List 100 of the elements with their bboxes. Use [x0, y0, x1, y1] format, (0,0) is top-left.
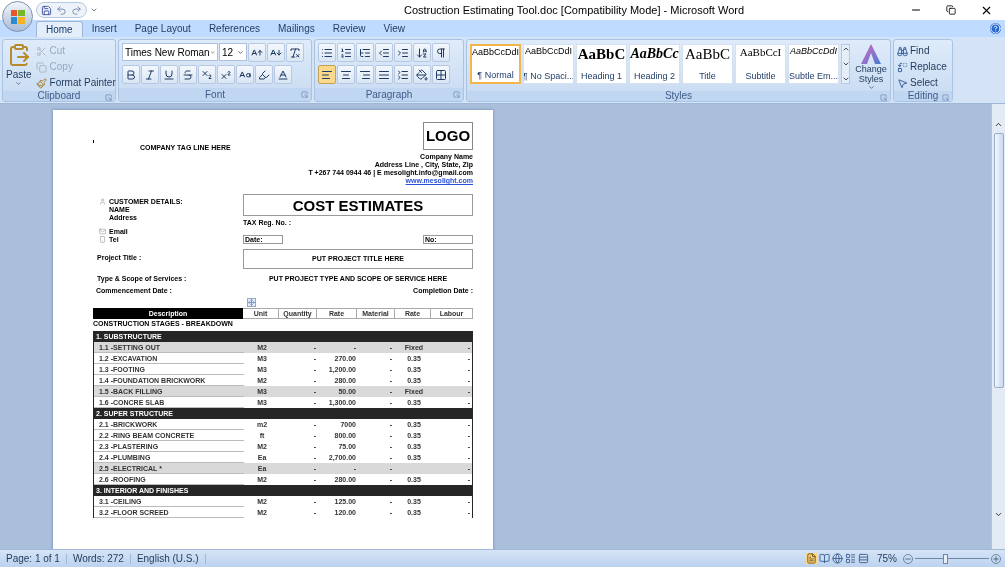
- restore-icon[interactable]: [946, 5, 956, 15]
- view-mode-icon[interactable]: [845, 553, 856, 564]
- help-icon[interactable]: [990, 23, 1001, 34]
- redo-icon[interactable]: [71, 4, 82, 16]
- highlighter-icon: [258, 68, 270, 81]
- table-move-handle-icon[interactable]: [247, 298, 256, 307]
- caret-icon: [209, 48, 215, 56]
- shading-button[interactable]: [413, 65, 431, 84]
- style-gallery-item[interactable]: AaBbCcI Subtitle: [735, 44, 786, 84]
- align-center-button[interactable]: [337, 65, 355, 84]
- group-label: Font: [205, 89, 225, 100]
- case-icon: [239, 68, 251, 81]
- cut-icon: [35, 45, 47, 57]
- text-cursor-icon: [93, 140, 94, 143]
- subscript-button[interactable]: [198, 65, 216, 84]
- style-gallery-item[interactable]: AaBbC Title: [682, 44, 733, 84]
- font-size-field[interactable]: 12: [219, 43, 247, 61]
- find-button[interactable]: Find: [897, 43, 947, 59]
- office-logo-icon: [10, 9, 25, 24]
- line-spacing-button[interactable]: [394, 65, 412, 84]
- view-mode-icon[interactable]: [858, 553, 869, 564]
- align-left-button[interactable]: [318, 65, 336, 84]
- align-right-button[interactable]: [356, 65, 374, 84]
- style-gallery-item[interactable]: AaBbCcDdI ¶ Normal: [470, 44, 521, 84]
- clear-formatting-button[interactable]: [286, 43, 304, 62]
- page-count[interactable]: Page: 1 of 1: [0, 553, 67, 564]
- ribbon-tab[interactable]: Page Layout: [125, 21, 200, 37]
- numbering-button[interactable]: [337, 43, 355, 62]
- align-left-icon: [321, 68, 333, 81]
- style-gallery-item[interactable]: AaBbCc Heading 2: [629, 44, 680, 84]
- scroll-thumb[interactable]: [993, 133, 1004, 388]
- group-label: Paragraph: [365, 89, 413, 100]
- zoom-slider[interactable]: [915, 553, 989, 564]
- strikethrough-button[interactable]: [179, 65, 197, 84]
- ribbon-tab[interactable]: Mailings: [269, 21, 324, 37]
- format-painter-button[interactable]: Format Painter: [35, 75, 116, 91]
- increase-indent-button[interactable]: [394, 43, 412, 62]
- style-gallery-item[interactable]: AaBbCcDdI ¶ No Spaci...: [523, 44, 574, 84]
- strikethrough-icon: [182, 68, 194, 81]
- change-styles-button[interactable]: Change Styles: [852, 44, 890, 91]
- font-color-button[interactable]: [274, 65, 292, 84]
- highlight-button[interactable]: [255, 65, 273, 84]
- justify-icon: [378, 68, 390, 81]
- italic-button[interactable]: [141, 65, 159, 84]
- replace-button[interactable]: Replace: [897, 59, 947, 75]
- zoom-in-icon[interactable]: [991, 553, 1001, 564]
- justify-button[interactable]: [375, 65, 393, 84]
- more-icon: [842, 75, 850, 83]
- shrink-font-button[interactable]: [267, 43, 285, 62]
- vertical-scrollbar[interactable]: [991, 104, 1005, 549]
- underline-button[interactable]: [160, 65, 178, 84]
- ribbon-tab[interactable]: Review: [323, 21, 375, 37]
- change-case-button[interactable]: [236, 65, 254, 84]
- caret-icon: [867, 84, 875, 91]
- undo-icon[interactable]: [56, 4, 67, 16]
- bold-button[interactable]: [122, 65, 140, 84]
- underline-icon: [163, 68, 175, 81]
- gallery-scroll[interactable]: [841, 44, 850, 84]
- pilcrow-icon: [435, 46, 447, 59]
- subscript-icon: [201, 68, 213, 81]
- format-painter-icon: [35, 77, 47, 89]
- show-marks-button[interactable]: [432, 43, 450, 62]
- caret-icon: [15, 80, 23, 87]
- decrease-indent-button[interactable]: [375, 43, 393, 62]
- zoom-slider-thumb[interactable]: [942, 553, 948, 564]
- sort-icon: [416, 46, 428, 59]
- caret-icon: [237, 48, 244, 56]
- multilevel-list-button[interactable]: [356, 43, 374, 62]
- clear-formatting-icon: [289, 46, 301, 59]
- view-mode-icon[interactable]: [806, 553, 817, 564]
- ribbon-tab[interactable]: Home: [36, 21, 83, 37]
- sort-button[interactable]: [413, 43, 431, 62]
- bold-icon: [125, 68, 137, 81]
- style-gallery-item[interactable]: AaBbC Heading 1: [576, 44, 627, 84]
- paste-button[interactable]: Paste: [6, 43, 32, 91]
- ribbon-tab[interactable]: References: [199, 21, 269, 37]
- view-mode-icon[interactable]: [832, 553, 843, 564]
- language-status[interactable]: English (U.S.): [130, 553, 206, 564]
- bullets-button[interactable]: [318, 43, 336, 62]
- align-center-icon: [340, 68, 352, 81]
- line-spacing-icon: [397, 68, 409, 81]
- document-title: COST ESTIMATES: [243, 194, 473, 216]
- grow-font-button[interactable]: [248, 43, 266, 62]
- indent-icon: [397, 46, 409, 59]
- select-button[interactable]: Select: [897, 75, 947, 91]
- group-label: Editing: [907, 91, 939, 101]
- customize-toolbar-icon[interactable]: [90, 6, 98, 14]
- shrink-font-icon: [270, 46, 282, 59]
- italic-icon: [144, 68, 156, 81]
- binoculars-icon: [897, 45, 908, 57]
- zoom-level[interactable]: 75%: [877, 553, 897, 564]
- borders-button[interactable]: [432, 65, 450, 84]
- ribbon-tab[interactable]: View: [374, 21, 414, 37]
- font-family-field[interactable]: Times New Roman: [122, 43, 218, 61]
- save-icon[interactable]: [41, 4, 52, 16]
- style-gallery-item[interactable]: AaBbCcDdI Subtle Em...: [788, 44, 839, 84]
- word-count[interactable]: Words: 272: [66, 553, 131, 564]
- ribbon-tab[interactable]: Insert: [82, 21, 126, 37]
- bullet-list-icon: [321, 46, 333, 59]
- view-mode-icon[interactable]: [819, 553, 830, 564]
